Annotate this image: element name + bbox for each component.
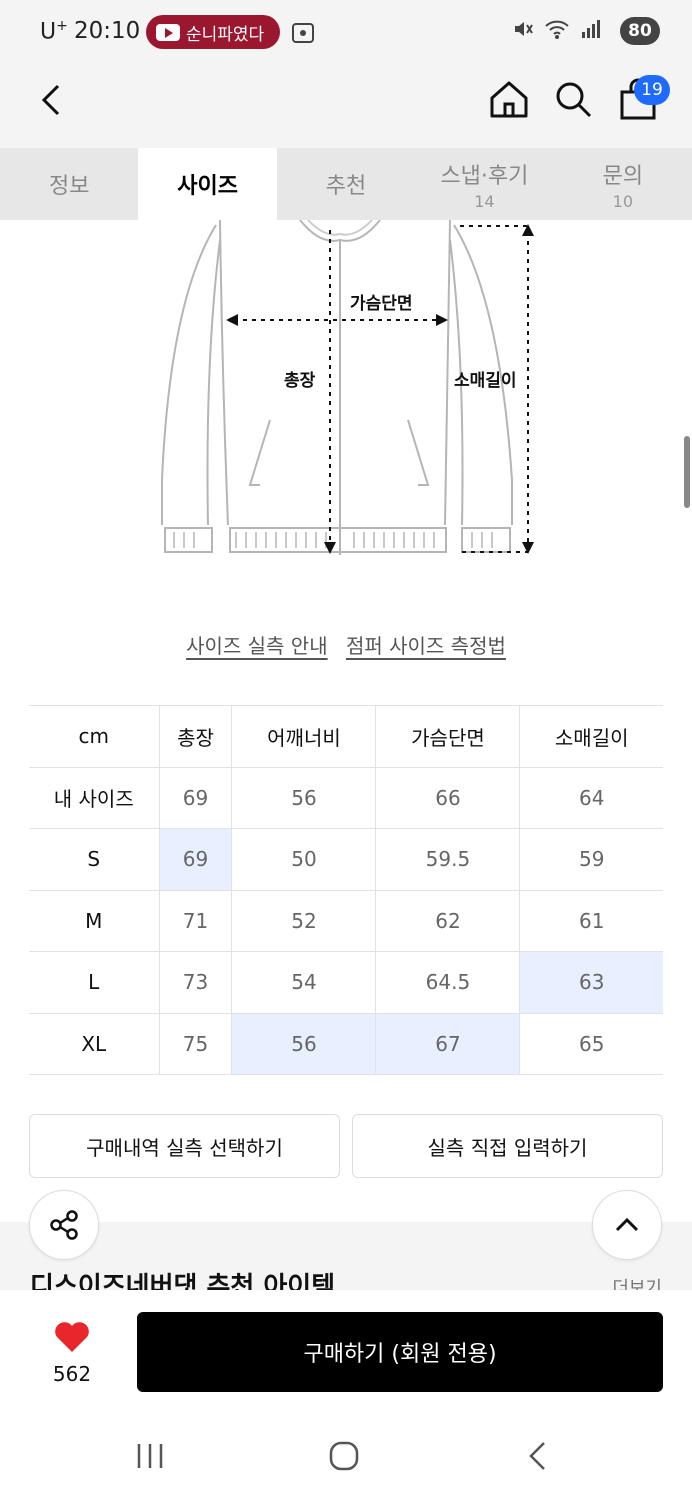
youtube-icon: [156, 23, 180, 41]
tab-reviews-count: 14: [474, 191, 495, 211]
like-button[interactable]: 562: [40, 1320, 104, 1386]
battery-indicator: 80: [620, 17, 660, 45]
mute-icon: [515, 22, 533, 36]
direct-input-button[interactable]: 실측 직접 입력하기: [352, 1114, 663, 1178]
share-button[interactable]: [29, 1190, 99, 1260]
table-header-row: cm 총장 어깨너비 가슴단면 소매길이: [29, 705, 663, 768]
table-row: M 71 52 62 61: [29, 890, 663, 952]
recommend-more-link[interactable]: 더보기: [612, 1274, 662, 1290]
header-unit: cm: [29, 705, 160, 768]
product-tabs: 정보 사이즈 추천 스냅·후기 14 문의 10: [0, 148, 692, 220]
carrier-label: U+: [40, 18, 68, 45]
notification-text: 순니파였다: [186, 24, 265, 45]
table-cell: 56: [231, 767, 377, 829]
like-count: 562: [52, 1362, 92, 1386]
home-icon[interactable]: [488, 78, 530, 120]
table-cell: 66: [375, 767, 521, 829]
clock: 20:10: [74, 18, 141, 44]
buy-button[interactable]: 구매하기 (회원 전용): [137, 1312, 663, 1392]
recent-apps-icon[interactable]: [134, 1442, 166, 1470]
table-cell: 64.5: [375, 951, 521, 1014]
tab-inquiry[interactable]: 문의 10: [554, 148, 692, 220]
table-row: L 73 54 64.5 63: [29, 951, 663, 1014]
total-length-label: 총장: [284, 371, 316, 391]
system-nav-bar: [0, 1412, 692, 1500]
tab-size-label: 사이즈: [177, 174, 238, 199]
table-cell: 65: [519, 1013, 663, 1075]
table-cell: 62: [375, 890, 521, 952]
table-row: XL 75 56 67 65: [29, 1013, 663, 1075]
back-arrow-icon[interactable]: [34, 80, 74, 120]
scroll-top-button[interactable]: [592, 1190, 662, 1260]
table-cell: 69: [159, 767, 233, 829]
share-icon: [50, 1210, 78, 1240]
header-chest: 가슴단면: [375, 705, 521, 768]
size-guide-link[interactable]: 사이즈 실측 안내: [186, 634, 328, 658]
header-shoulder: 어깨너비: [231, 705, 377, 768]
chest-width-label: 가슴단면: [350, 294, 413, 314]
search-icon[interactable]: [552, 78, 594, 120]
recommend-title: 디스이즈네버댓 추천 아이템: [30, 1272, 336, 1290]
sleeve-length-label: 소매길이: [454, 371, 517, 391]
status-bar: U+ 20:10 순니파였다 80: [0, 0, 692, 64]
tab-recommend-label: 추천: [325, 174, 367, 199]
table-row: S 69 50 59.5 59: [29, 828, 663, 891]
youtube-notification-pill[interactable]: 순니파였다: [146, 15, 280, 49]
table-cell: 71: [159, 890, 233, 952]
size-table: cm 총장 어깨너비 가슴단면 소매길이 내 사이즈 69 56 66 64 S…: [29, 705, 663, 1075]
tab-inquiry-count: 10: [612, 191, 633, 211]
back-nav-icon[interactable]: [524, 1440, 552, 1472]
table-cell: 75: [159, 1013, 233, 1075]
tab-inquiry-label: 문의: [602, 163, 644, 189]
tab-info-label: 정보: [48, 174, 90, 199]
wifi-icon: [545, 20, 569, 39]
tab-reviews[interactable]: 스냅·후기 14: [415, 148, 553, 220]
table-cell: 59.5: [375, 828, 521, 891]
table-row: 내 사이즈 69 56 66 64: [29, 767, 663, 829]
table-cell-highlighted: 69: [159, 828, 233, 891]
purchase-bar: 562 구매하기 (회원 전용): [0, 1290, 692, 1412]
heart-icon: [55, 1322, 89, 1352]
table-cell: 59: [519, 828, 663, 891]
select-purchase-history-button[interactable]: 구매내역 실측 선택하기: [29, 1114, 340, 1178]
table-cell: 50: [231, 828, 377, 891]
screenshot-icon: [292, 23, 314, 43]
row-label: M: [29, 890, 160, 952]
recommend-section: 디스이즈네버댓 추천 아이템 더보기: [0, 1222, 692, 1290]
row-label: S: [29, 828, 160, 891]
chevron-up-icon: [615, 1217, 639, 1232]
tab-size[interactable]: 사이즈: [138, 148, 277, 220]
table-cell-highlighted: 63: [519, 951, 663, 1014]
tab-reviews-label: 스냅·후기: [440, 163, 529, 189]
row-label: 내 사이즈: [29, 767, 160, 829]
tab-recommend[interactable]: 추천: [277, 148, 415, 220]
top-header: 19: [0, 64, 692, 148]
table-cell: 54: [231, 951, 377, 1014]
jacket-outline: [161, 219, 534, 555]
table-cell-highlighted: 56: [231, 1013, 377, 1075]
cart-count-badge: 19: [634, 75, 670, 105]
scrollbar-thumb[interactable]: [684, 436, 690, 508]
table-cell: 64: [519, 767, 663, 829]
header-sleeve: 소매길이: [519, 705, 663, 768]
table-cell: 73: [159, 951, 233, 1014]
jacket-size-diagram: 가슴단면 총장 소매길이: [150, 219, 550, 565]
measure-method-link[interactable]: 점퍼 사이즈 측정법: [346, 634, 506, 658]
table-cell: 61: [519, 890, 663, 952]
table-cell: 52: [231, 890, 377, 952]
home-nav-icon[interactable]: [328, 1440, 360, 1472]
signal-icon: [582, 20, 600, 38]
row-label: XL: [29, 1013, 160, 1075]
tab-info[interactable]: 정보: [0, 148, 138, 220]
table-cell-highlighted: 67: [375, 1013, 521, 1075]
size-guide-links: 사이즈 실측 안내 점퍼 사이즈 측정법: [0, 630, 692, 659]
header-length: 총장: [159, 705, 233, 768]
row-label: L: [29, 951, 160, 1014]
